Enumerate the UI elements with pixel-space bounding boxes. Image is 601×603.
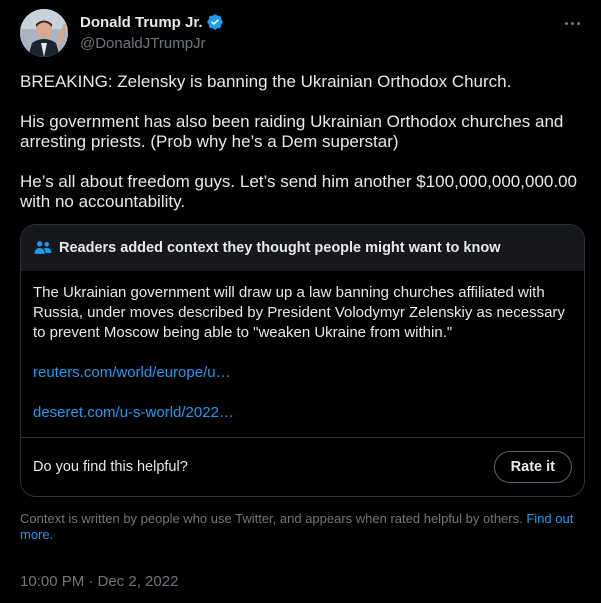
rate-it-button[interactable]: Rate it xyxy=(493,451,572,483)
author-names: Donald Trump Jr. @DonaldJTrumpJr xyxy=(80,12,224,52)
author-display-name[interactable]: Donald Trump Jr. xyxy=(80,14,203,31)
community-note-footer: Do you find this helpful? Rate it xyxy=(21,438,584,496)
community-note-text: The Ukrainian government will draw up a … xyxy=(33,284,565,341)
tweet-header: Donald Trump Jr. @DonaldJTrumpJr xyxy=(20,0,581,62)
people-icon xyxy=(34,241,52,254)
verified-badge-icon[interactable] xyxy=(206,13,224,31)
tweet-text: BREAKING: Zelensky is banning the Ukrain… xyxy=(20,72,581,212)
tweet-paragraph: His government has also been raiding Ukr… xyxy=(20,112,564,151)
community-note-body: The Ukrainian government will draw up a … xyxy=(21,271,584,438)
display-name-row: Donald Trump Jr. xyxy=(80,12,224,32)
disclaimer-text: Context is written by people who use Twi… xyxy=(20,511,523,526)
community-note: Readers added context they thought peopl… xyxy=(20,224,585,497)
community-note-header: Readers added context they thought peopl… xyxy=(21,225,584,271)
community-note-disclaimer: Context is written by people who use Twi… xyxy=(20,511,581,543)
author-handle[interactable]: @DonaldJTrumpJr xyxy=(80,35,224,52)
helpful-question: Do you find this helpful? xyxy=(33,459,188,475)
avatar[interactable] xyxy=(20,9,68,57)
avatar-image xyxy=(20,9,68,57)
source-link-reuters[interactable]: reuters.com/world/europe/u… xyxy=(33,363,572,383)
tweet-timestamp[interactable]: 10:00 PM · Dec 2, 2022 xyxy=(20,573,581,590)
tweet-paragraph: He’s all about freedom guys. Let’s send … xyxy=(20,172,577,211)
source-link-deseret[interactable]: deseret.com/u-s-world/2022… xyxy=(33,403,572,423)
more-horizontal-icon[interactable] xyxy=(561,12,583,34)
tweet: Donald Trump Jr. @DonaldJTrumpJr BREAKIN… xyxy=(0,0,601,603)
community-note-title: Readers added context they thought peopl… xyxy=(59,240,501,256)
tweet-paragraph: BREAKING: Zelensky is banning the Ukrain… xyxy=(20,72,512,91)
